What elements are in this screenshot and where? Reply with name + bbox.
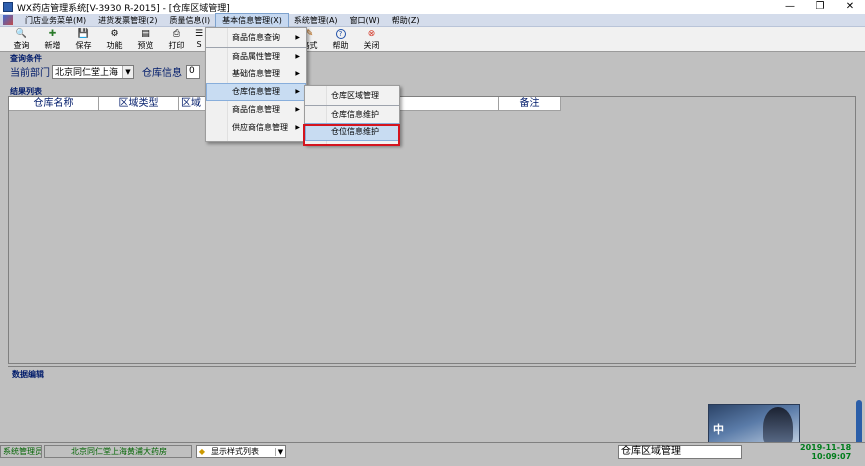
query-button[interactable]: 🔍 查询 <box>6 27 37 52</box>
menu-bar: 门店业务菜单(M) 进货发票管理(2) 质量信息(I) 基本信息管理(X) 系统… <box>0 12 865 28</box>
chevron-right-icon: ▶ <box>295 88 300 95</box>
chevron-right-icon: ▶ <box>295 124 300 131</box>
results-grid[interactable]: 仓库名称 区域类型 区域 备注 <box>8 96 856 364</box>
function-button-label: 功能 <box>106 41 123 50</box>
binoculars-icon: 🔍 <box>15 29 28 39</box>
status-module: 仓库区域管理 <box>618 445 742 459</box>
function-icon: ⚙ <box>110 29 119 39</box>
new-icon: ✚ <box>48 29 57 39</box>
print-button[interactable]: ⎙ 打印 <box>161 27 192 52</box>
save-icon: 💾 <box>77 29 90 39</box>
menu-basic-info[interactable]: 基本信息管理(X) <box>215 12 289 28</box>
close-button-label: 关闭 <box>363 41 380 50</box>
warehouse-label: 仓库信息 <box>142 68 182 79</box>
status-datetime: 2019-11-18 10:09:07 <box>800 443 851 461</box>
menu-item-warehouse-area-label: 仓库区域管理 <box>331 91 379 100</box>
menu-item-product-attr-label: 商品属性管理 <box>232 52 280 61</box>
status-date: 2019-11-18 <box>800 443 852 452</box>
menu-item-product-attr[interactable]: 商品属性管理 ▶ <box>206 47 306 65</box>
settings-button-label: S <box>196 40 202 49</box>
menu-purchase-invoice[interactable]: 进货发票管理(2) <box>92 14 163 27</box>
menu-window[interactable]: 窗口(W) <box>344 14 386 27</box>
status-store: 北京同仁堂上海黄浦大药房 <box>44 445 192 458</box>
settings-button[interactable]: ☰ S <box>192 27 206 52</box>
query-row: 当前部门 北京同仁堂上海 ▼ 仓库信息 0 <box>10 64 200 79</box>
menu-item-base-info[interactable]: 基础信息管理 ▶ <box>206 65 306 83</box>
mdi-window-icon[interactable] <box>3 15 13 25</box>
new-button[interactable]: ✚ 新增 <box>37 27 68 52</box>
bulb-icon: ◆ <box>198 447 206 456</box>
menu-item-supplier-info[interactable]: 供应商信息管理 ▶ <box>206 119 306 137</box>
col-warehouse-name[interactable]: 仓库名称 <box>9 97 99 111</box>
edit-section-title: 数据编辑 <box>12 370 44 379</box>
col-blank-2[interactable] <box>399 97 499 111</box>
query-button-label: 查询 <box>13 41 30 50</box>
menu-quality-info[interactable]: 质量信息(I) <box>164 14 217 27</box>
print-icon: ⎙ <box>172 29 181 39</box>
toolbar: 🔍 查询 ✚ 新增 💾 保存 ⚙ 功能 ▤ 预览 ⎙ 打印 ☰ S ✎ 格式 ?… <box>0 27 865 52</box>
warehouse-input[interactable]: 0 <box>186 64 200 79</box>
menu-item-product-query-label: 商品信息查询 <box>232 33 280 42</box>
status-user: 系统管理员 <box>0 445 42 458</box>
menu-item-product-query[interactable]: 商品信息查询 ▶ <box>206 29 306 47</box>
menu-item-product-info-label: 商品信息管理 <box>232 105 280 114</box>
menu-item-warehouse-maintain-label: 仓库信息维护 <box>331 110 379 119</box>
menu-item-warehouse-maintain[interactable]: 仓库信息维护 <box>305 105 399 123</box>
save-button-label: 保存 <box>75 41 92 50</box>
chevron-right-icon: ▶ <box>295 70 300 77</box>
help-icon: ? <box>335 29 346 39</box>
close-button[interactable]: ⊗ 关闭 <box>356 27 387 52</box>
window-controls: — ❐ ✕ <box>775 0 865 14</box>
chevron-down-icon[interactable]: ▼ <box>122 65 133 78</box>
close-icon: ⊗ <box>367 29 376 39</box>
col-area-type[interactable]: 区域类型 <box>99 97 179 111</box>
title-bar: WX药店管理系统[V-3930 R-2015] - [仓库区域管理] — ❐ ✕ <box>0 0 865 14</box>
status-bar: 系统管理员 北京同仁堂上海黄浦大药房 ◆ 显示样式列表 ▼ 仓库区域管理 201… <box>0 442 865 466</box>
chevron-down-icon[interactable]: ▼ <box>275 447 285 456</box>
chevron-right-icon: ▶ <box>295 53 300 60</box>
menu-item-base-info-label: 基础信息管理 <box>232 69 280 78</box>
col-remark[interactable]: 备注 <box>499 97 561 111</box>
preview-icon: ▤ <box>141 29 150 39</box>
highlight-box <box>303 124 400 146</box>
dept-value: 北京同仁堂上海 <box>55 68 119 78</box>
menu-item-warehouse-area[interactable]: 仓库区域管理 <box>305 87 399 105</box>
chevron-right-icon: ▶ <box>295 34 300 41</box>
dept-combo[interactable]: 北京同仁堂上海 ▼ <box>52 64 134 79</box>
menu-item-product-info[interactable]: 商品信息管理 ▶ <box>206 101 306 119</box>
preview-button[interactable]: ▤ 预览 <box>130 27 161 52</box>
menu-item-supplier-info-label: 供应商信息管理 <box>232 123 288 132</box>
menu-item-warehouse-info[interactable]: 仓库信息管理 ▶ <box>206 83 306 101</box>
settings-icon: ☰ <box>194 29 204 39</box>
print-button-label: 打印 <box>168 41 185 50</box>
query-section-title: 查询条件 <box>10 54 42 63</box>
new-button-label: 新增 <box>44 41 61 50</box>
status-time: 10:09:07 <box>811 452 852 461</box>
preview-button-label: 预览 <box>137 41 154 50</box>
help-button-label: 帮助 <box>332 41 349 50</box>
menu-item-warehouse-info-label: 仓库信息管理 <box>232 87 280 96</box>
restore-button[interactable]: ❐ <box>805 0 835 14</box>
app-icon <box>3 2 13 12</box>
basic-info-dropdown: 商品信息查询 ▶ 商品属性管理 ▶ 基础信息管理 ▶ 仓库信息管理 ▶ 商品信息… <box>205 27 307 142</box>
menu-system[interactable]: 系统管理(A) <box>288 14 344 27</box>
dept-label: 当前部门 <box>10 68 50 79</box>
style-list-label: 显示样式列表 <box>211 447 259 456</box>
function-button[interactable]: ⚙ 功能 <box>99 27 130 52</box>
menu-help[interactable]: 帮助(Z) <box>386 14 426 27</box>
save-button[interactable]: 💾 保存 <box>68 27 99 52</box>
mascot-figure-icon <box>763 407 793 447</box>
style-list-combo[interactable]: ◆ 显示样式列表 ▼ <box>196 445 286 458</box>
chevron-right-icon: ▶ <box>295 106 300 113</box>
minimize-button[interactable]: — <box>775 0 805 14</box>
menu-store-business[interactable]: 门店业务菜单(M) <box>19 14 92 27</box>
help-button[interactable]: ? 帮助 <box>325 27 356 52</box>
close-window-button[interactable]: ✕ <box>835 0 865 14</box>
mascot-text: 中 <box>713 423 724 436</box>
window-title: WX药店管理系统[V-3930 R-2015] - [仓库区域管理] <box>17 3 230 14</box>
